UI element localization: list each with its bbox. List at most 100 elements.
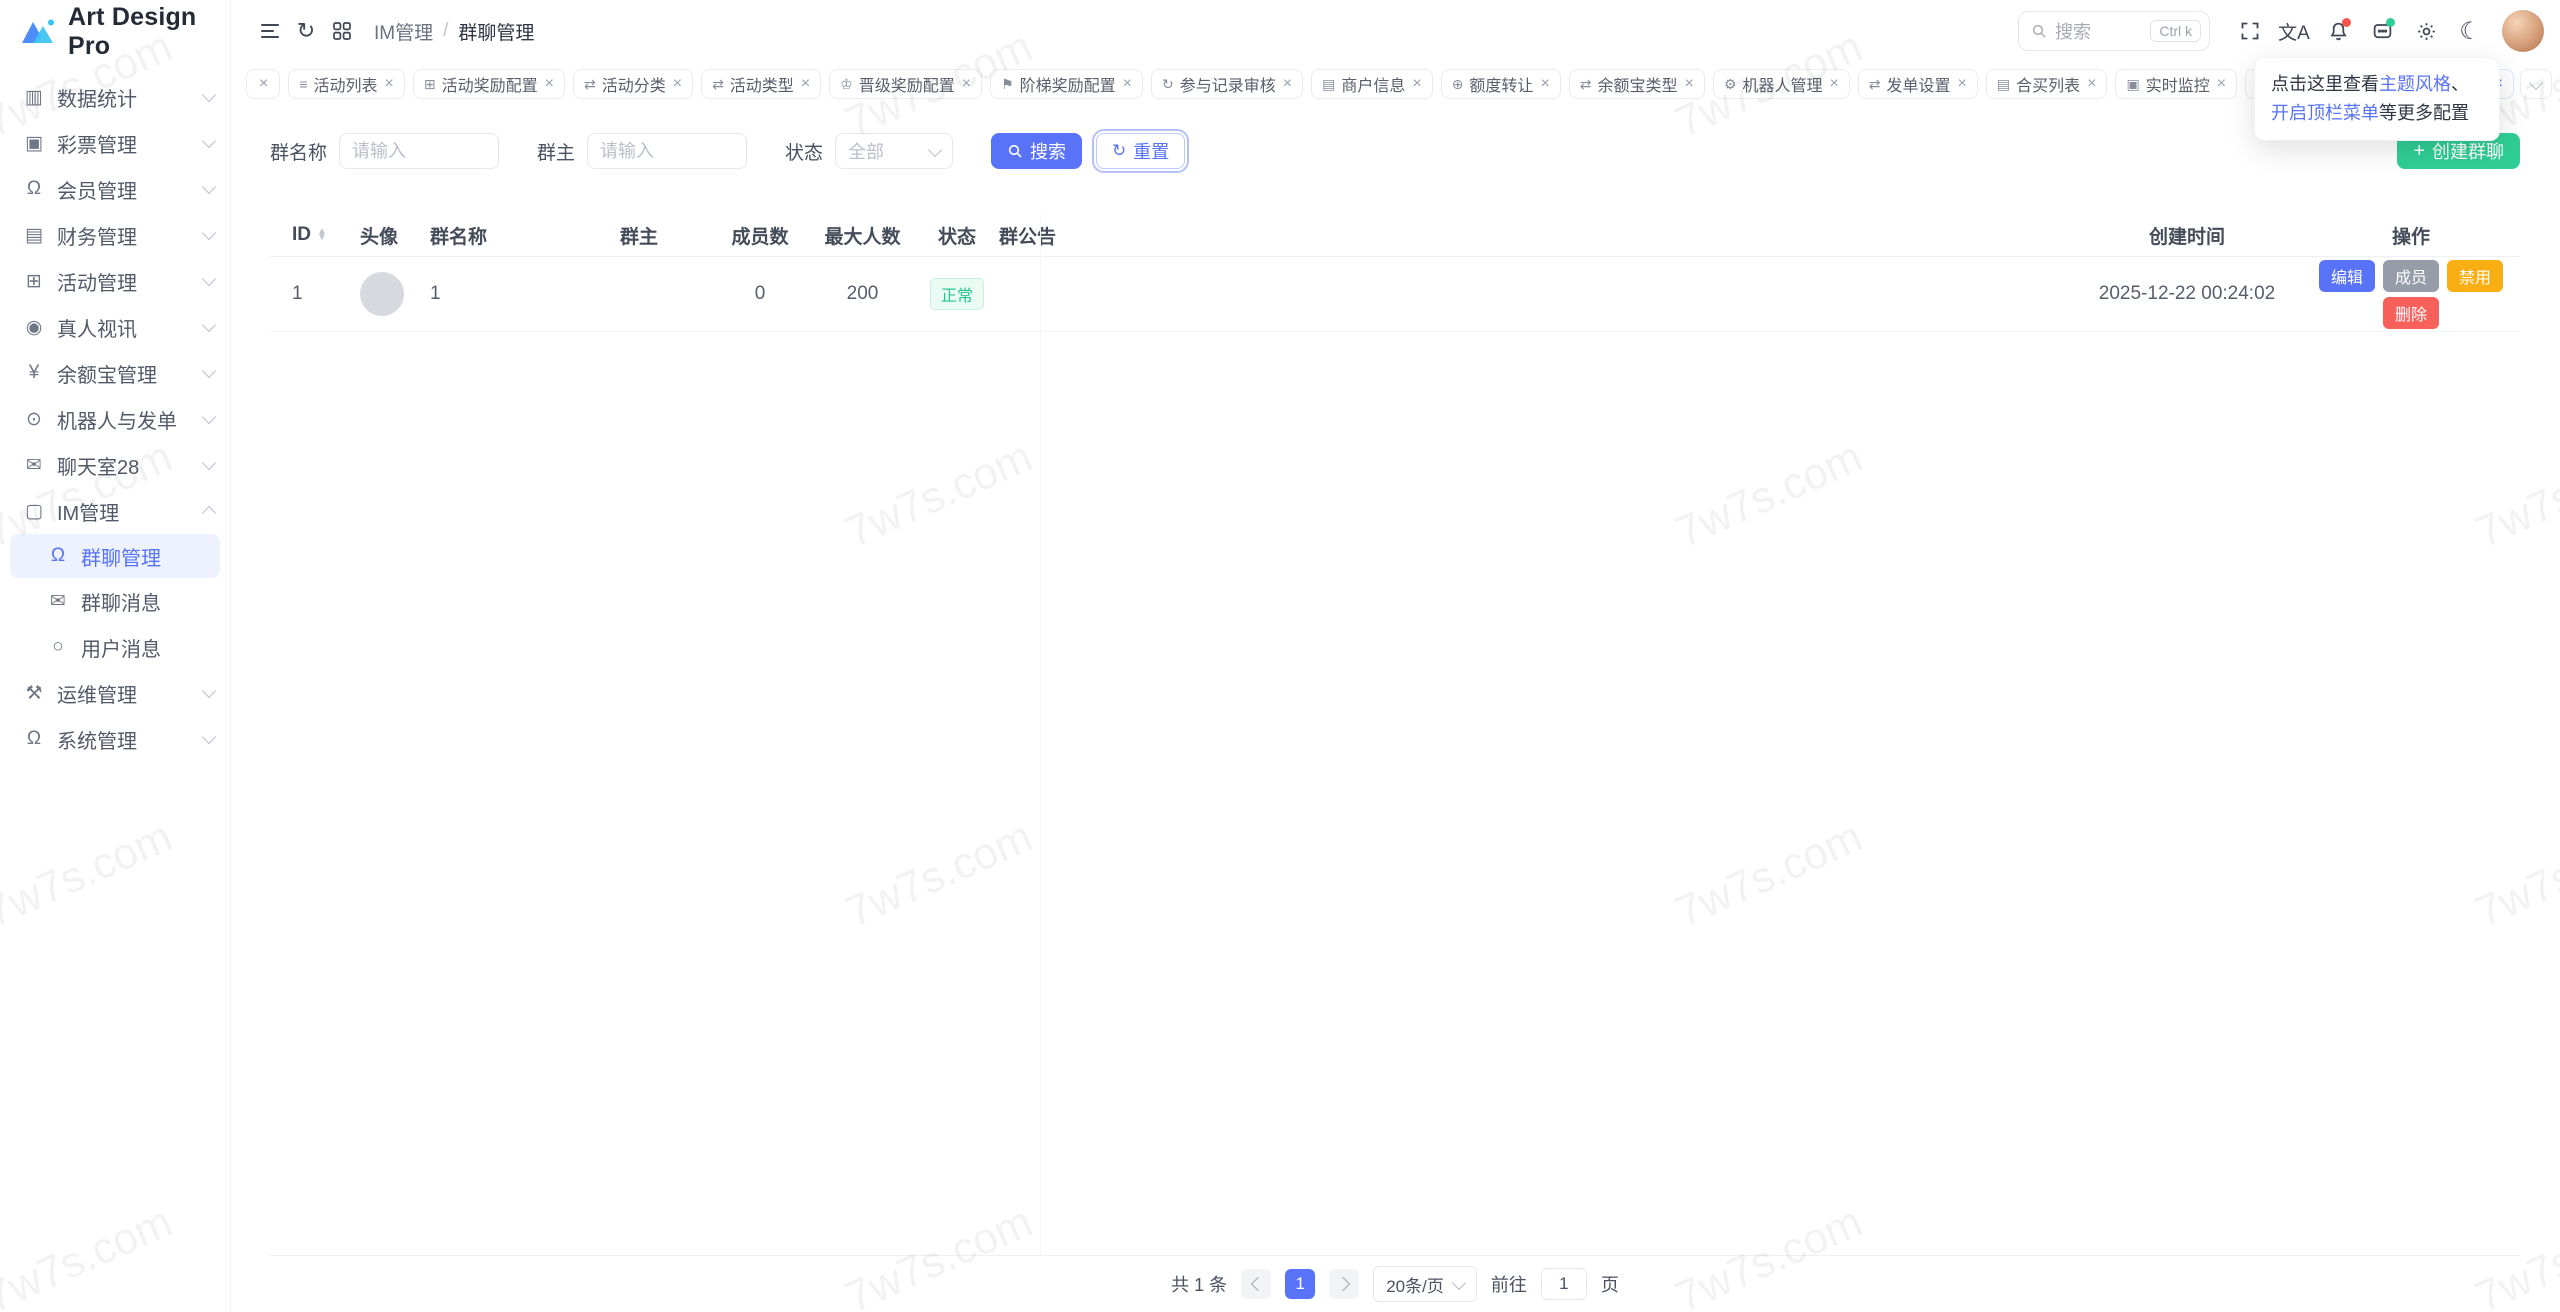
member-button[interactable]: 成员 — [2383, 260, 2439, 292]
close-icon[interactable]: × — [1958, 75, 1967, 93]
sort-icon[interactable]: ▲▼ — [317, 229, 327, 241]
tab-merchant-info[interactable]: ▤商户信息× — [1311, 69, 1433, 99]
sidebar-item-members[interactable]: Ω 会员管理 — [0, 166, 230, 212]
message-dot — [2386, 18, 2395, 27]
column-header-name: 群名称 — [430, 222, 620, 249]
translate-icon: 文A — [2278, 18, 2310, 45]
chevron-down-icon — [202, 684, 216, 698]
sidebar-item-group-chat-mgmt[interactable]: Ω 群聊管理 — [10, 534, 220, 578]
list-icon: ≡ — [299, 76, 307, 92]
group-owner-input[interactable] — [587, 133, 747, 169]
close-icon[interactable]: × — [259, 75, 268, 93]
filter-group-name: 群名称 — [270, 133, 499, 169]
sidebar-item-data-stats[interactable]: ▥ 数据统计 — [0, 74, 230, 120]
dark-mode-button[interactable]: ☾ — [2452, 13, 2488, 49]
group-name-input[interactable] — [339, 133, 499, 169]
next-page-button[interactable] — [1329, 1269, 1359, 1299]
sidebar-item-ops[interactable]: ⚒ 运维管理 — [0, 670, 230, 716]
refresh-icon: ↻ — [1162, 76, 1174, 93]
sidebar-item-im[interactable]: ▢ IM管理 — [0, 488, 230, 534]
tab-promotion-reward-config[interactable]: ♔晋级奖励配置× — [829, 69, 982, 99]
sidebar-item-chatroom28[interactable]: ✉ 聊天室28 — [0, 442, 230, 488]
close-icon[interactable]: × — [1123, 75, 1132, 93]
language-button[interactable]: 文A — [2276, 13, 2312, 49]
sidebar-item-user-messages[interactable]: ○ 用户消息 — [0, 624, 230, 670]
chevron-down-icon — [202, 272, 216, 286]
chevron-down-icon — [202, 364, 216, 378]
tab-ladder-reward-config[interactable]: ⚑阶梯奖励配置× — [990, 69, 1143, 99]
close-icon[interactable]: × — [962, 75, 971, 93]
chevron-right-icon — [1336, 1277, 1350, 1291]
close-icon[interactable]: × — [1829, 75, 1838, 93]
status-label: 状态 — [785, 138, 823, 165]
theme-style-link[interactable]: 主题风格 — [2379, 74, 2451, 94]
prev-page-button[interactable] — [1241, 1269, 1271, 1299]
tab-robot-mgmt[interactable]: ⚙机器人管理× — [1713, 69, 1850, 99]
page-number-current[interactable]: 1 — [1285, 1269, 1315, 1299]
search-button[interactable]: 搜索 — [991, 133, 1082, 169]
tab-participation-review[interactable]: ↻参与记录审核× — [1151, 69, 1303, 99]
column-header-avatar: 头像 — [360, 222, 430, 249]
settings-button[interactable] — [2408, 13, 2444, 49]
fullscreen-button[interactable] — [2232, 13, 2268, 49]
disable-button[interactable]: 禁用 — [2447, 260, 2503, 292]
tab-activity-type[interactable]: ⇄活动类型× — [701, 69, 821, 99]
sidebar-item-lottery[interactable]: ▣ 彩票管理 — [0, 120, 230, 166]
sidebar-item-robot[interactable]: ⊙ 机器人与发单 — [0, 396, 230, 442]
tab-activity-reward-config[interactable]: ⊞活动奖励配置× — [413, 69, 565, 99]
close-icon[interactable]: × — [2087, 75, 2096, 93]
sidebar-item-finance[interactable]: ▤ 财务管理 — [0, 212, 230, 258]
sidebar-item-yuebao[interactable]: ¥ 余额宝管理 — [0, 350, 230, 396]
close-icon[interactable]: × — [801, 75, 810, 93]
transfer-icon: ⊕ — [1452, 76, 1464, 93]
breadcrumb-parent[interactable]: IM管理 — [374, 18, 433, 45]
reset-button[interactable]: ↻ 重置 — [1096, 133, 1185, 169]
close-icon[interactable]: × — [1283, 75, 1292, 93]
tabs-dropdown-button[interactable] — [2520, 69, 2552, 99]
close-icon[interactable]: × — [385, 75, 394, 93]
close-icon[interactable]: × — [1412, 75, 1421, 93]
close-icon[interactable]: × — [2217, 75, 2226, 93]
content: 群名称 群主 状态 全部 — [230, 106, 2560, 1312]
page-size-select[interactable]: 20条/页 — [1373, 1266, 1477, 1302]
sidebar-item-group-messages[interactable]: ✉ 群聊消息 — [0, 578, 230, 624]
tab-quota-transfer[interactable]: ⊕额度转让× — [1441, 69, 1561, 99]
fullscreen-icon — [2240, 21, 2260, 41]
notifications-button[interactable] — [2320, 13, 2356, 49]
delete-button[interactable]: 删除 — [2383, 297, 2439, 329]
group-table: ID ▲▼ 头像 群名称 群主 成员数 最大人数 状态 群公告 创建时间 操作 — [270, 214, 2520, 1255]
collapse-menu-button[interactable] — [252, 13, 288, 49]
tab-truncated[interactable]: × — [246, 69, 280, 99]
close-icon[interactable]: × — [1540, 75, 1549, 93]
topbar: ↻ IM管理 / 群聊管理 — [230, 0, 2560, 62]
tab-group-buy-list[interactable]: ▤合买列表× — [1986, 69, 2108, 99]
goto-label: 前往 — [1491, 1271, 1527, 1297]
edit-button[interactable]: 编辑 — [2319, 260, 2375, 292]
flag-icon: ⚑ — [1001, 76, 1014, 93]
main-area: ↻ IM管理 / 群聊管理 — [230, 0, 2560, 1312]
tab-live-monitor[interactable]: ▣实时监控× — [2115, 69, 2237, 99]
messages-button[interactable] — [2364, 13, 2400, 49]
column-header-created: 创建时间 — [2072, 222, 2302, 249]
close-icon[interactable]: × — [545, 75, 554, 93]
sidebar-item-live-video[interactable]: ◉ 真人视讯 — [0, 304, 230, 350]
close-icon[interactable]: × — [673, 75, 682, 93]
chevron-down-icon — [928, 142, 942, 156]
tab-activity-category[interactable]: ⇄活动分类× — [573, 69, 693, 99]
column-header-id[interactable]: ID ▲▼ — [270, 224, 360, 246]
sidebar-item-activities[interactable]: ⊞ 活动管理 — [0, 258, 230, 304]
global-search-input[interactable]: 搜索 Ctrl k — [2018, 11, 2210, 51]
tab-activity-list[interactable]: ≡活动列表× — [288, 69, 405, 99]
refresh-button[interactable]: ↻ — [288, 13, 324, 49]
tab-order-settings[interactable]: ⇄发单设置× — [1858, 69, 1978, 99]
chevron-up-icon — [202, 506, 216, 520]
users-icon: Ω — [46, 545, 70, 567]
top-menu-link[interactable]: 开启顶栏菜单 — [2271, 103, 2379, 123]
goto-page-input[interactable] — [1541, 1268, 1587, 1300]
apps-grid-button[interactable] — [324, 13, 360, 49]
sidebar-item-system[interactable]: Ω 系统管理 — [0, 716, 230, 762]
tab-yuebao-type[interactable]: ⇄余额宝类型× — [1569, 69, 1705, 99]
avatar[interactable] — [2502, 10, 2544, 52]
status-select[interactable]: 全部 — [835, 133, 953, 169]
close-icon[interactable]: × — [1685, 75, 1694, 93]
